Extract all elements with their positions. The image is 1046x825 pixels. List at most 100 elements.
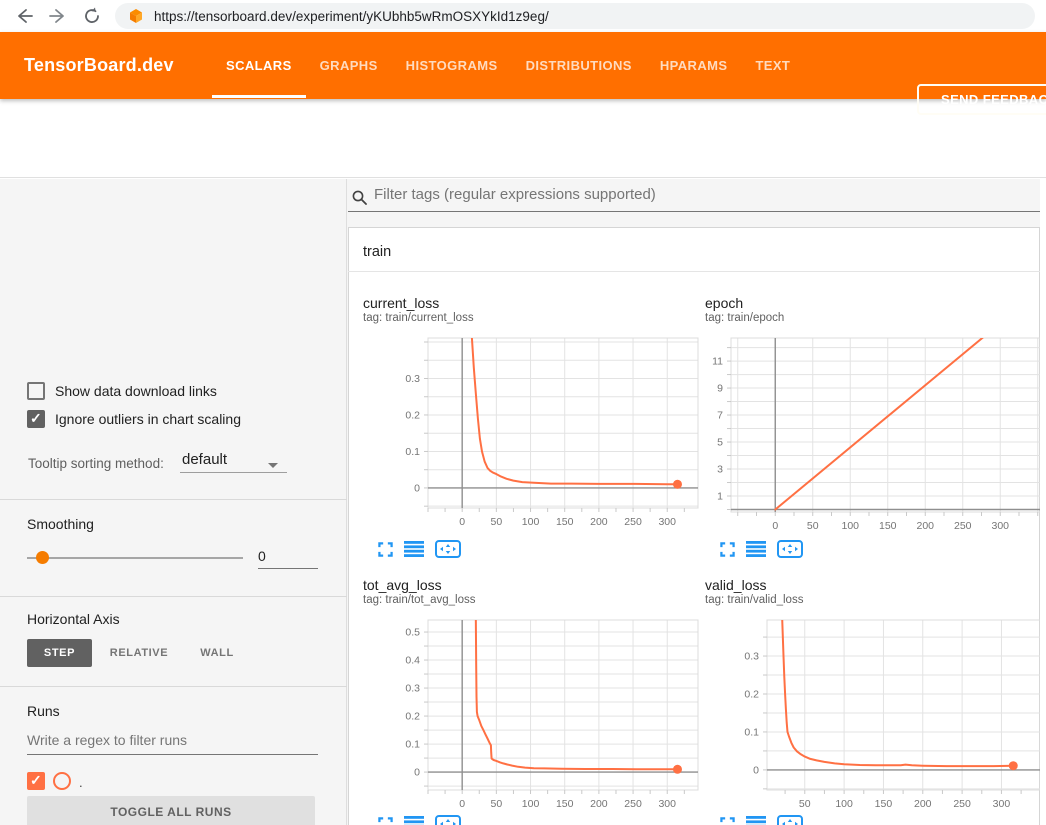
- tab-graphs[interactable]: GRAPHS: [306, 32, 392, 99]
- fit-domain-icon[interactable]: [435, 815, 461, 825]
- chart-actions: [378, 815, 461, 825]
- scrollbar-gutter[interactable]: [1040, 179, 1046, 825]
- divider: [0, 596, 347, 597]
- divider: [0, 499, 347, 500]
- svg-text:250: 250: [624, 516, 642, 528]
- app-header: TensorBoard.dev SCALARS GRAPHS HISTOGRAM…: [0, 32, 1046, 99]
- run-checkbox[interactable]: ✓: [27, 772, 45, 790]
- fit-domain-icon[interactable]: [777, 815, 803, 825]
- svg-text:200: 200: [914, 798, 932, 810]
- svg-text:3: 3: [717, 464, 723, 476]
- chart-tag: tag: train/tot_avg_loss: [363, 594, 476, 606]
- svg-text:0.5: 0.5: [405, 627, 420, 639]
- tensorboard-logo-icon: [128, 8, 144, 24]
- expand-icon[interactable]: [720, 817, 735, 825]
- tab-histograms[interactable]: HISTOGRAMS: [392, 32, 512, 99]
- check-icon: ✓: [30, 772, 42, 789]
- smoothing-value-field[interactable]: 0: [258, 548, 318, 569]
- svg-text:150: 150: [875, 798, 893, 810]
- url-bar[interactable]: https://tensorboard.dev/experiment/yKUbh…: [115, 3, 1035, 29]
- data-table-icon[interactable]: [404, 541, 424, 557]
- svg-text:0: 0: [414, 767, 420, 779]
- svg-text:0: 0: [459, 516, 465, 528]
- fit-domain-icon[interactable]: [777, 540, 803, 558]
- svg-text:0.3: 0.3: [744, 651, 759, 663]
- svg-text:5: 5: [717, 437, 723, 449]
- chart-title: current_loss: [363, 295, 439, 311]
- settings-sidebar: Show data download links ✓ Ignore outlie…: [0, 179, 347, 825]
- svg-text:250: 250: [624, 798, 642, 810]
- svg-text:0.1: 0.1: [744, 726, 759, 738]
- data-table-icon[interactable]: [746, 816, 766, 825]
- url-text: https://tensorboard.dev/experiment/yKUbh…: [154, 9, 549, 24]
- scalar-chart-tot-avg-loss[interactable]: 05010015020025030000.10.20.30.40.5: [350, 610, 700, 825]
- svg-text:200: 200: [916, 520, 934, 532]
- scalar-chart-epoch[interactable]: 0501001502002503001357911: [700, 328, 1046, 532]
- tag-group-header[interactable]: [348, 227, 1040, 272]
- tab-scalars[interactable]: SCALARS: [212, 32, 306, 99]
- tab-distributions[interactable]: DISTRIBUTIONS: [512, 32, 646, 99]
- search-icon: [352, 190, 367, 205]
- svg-text:50: 50: [491, 798, 503, 810]
- tooltip-sorting-select[interactable]: default: [180, 451, 287, 473]
- svg-text:300: 300: [658, 516, 676, 528]
- svg-text:0: 0: [753, 764, 759, 776]
- toggle-all-runs-button[interactable]: TOGGLE ALL RUNS: [27, 796, 315, 825]
- reload-icon[interactable]: [82, 6, 102, 26]
- browser-toolbar: https://tensorboard.dev/experiment/yKUbh…: [0, 0, 1046, 32]
- experiment-bar: [0, 99, 1046, 178]
- chart-actions: [378, 540, 461, 558]
- scalar-chart-valid-loss[interactable]: 5010015020025030000.10.20.3: [700, 610, 1046, 825]
- check-icon: ✓: [30, 410, 42, 427]
- data-table-icon[interactable]: [404, 816, 424, 825]
- show-download-links-checkbox[interactable]: [27, 382, 45, 400]
- tab-hparams[interactable]: HPARAMS: [646, 32, 742, 99]
- svg-text:300: 300: [991, 520, 1009, 532]
- svg-text:0.3: 0.3: [405, 373, 420, 385]
- tab-text[interactable]: TEXT: [741, 32, 804, 99]
- run-color-radio[interactable]: [53, 772, 71, 790]
- svg-text:100: 100: [841, 520, 859, 532]
- svg-text:100: 100: [522, 516, 540, 528]
- chart-actions: [720, 815, 803, 825]
- axis-wall-button[interactable]: WALL: [193, 639, 241, 667]
- smoothing-label: Smoothing: [27, 516, 94, 532]
- svg-text:200: 200: [590, 798, 608, 810]
- tag-group-title: train: [363, 244, 391, 260]
- svg-text:0.2: 0.2: [744, 688, 759, 700]
- filter-tags-input[interactable]: [374, 186, 1024, 203]
- fit-domain-icon[interactable]: [435, 540, 461, 558]
- svg-text:0.1: 0.1: [405, 446, 420, 458]
- chart-title: epoch: [705, 295, 743, 311]
- forward-icon[interactable]: [48, 6, 68, 26]
- expand-icon[interactable]: [720, 542, 735, 557]
- app-logo: TensorBoard.dev: [24, 32, 174, 99]
- smoothing-slider-track[interactable]: [27, 557, 243, 559]
- scalar-chart-current-loss[interactable]: 05010015020025030000.10.20.3: [350, 328, 700, 532]
- svg-text:0.4: 0.4: [405, 655, 420, 667]
- axis-step-button[interactable]: STEP: [27, 639, 92, 667]
- run-name: .: [79, 775, 83, 790]
- chart-tag: tag: train/valid_loss: [705, 594, 803, 606]
- svg-text:0.2: 0.2: [405, 409, 420, 421]
- data-table-icon[interactable]: [746, 541, 766, 557]
- svg-text:200: 200: [590, 516, 608, 528]
- axis-relative-button[interactable]: RELATIVE: [103, 639, 175, 667]
- expand-icon[interactable]: [378, 817, 393, 825]
- chart-title: valid_loss: [705, 577, 766, 593]
- svg-text:50: 50: [491, 516, 503, 528]
- smoothing-slider-thumb[interactable]: [36, 551, 49, 564]
- tooltip-sorting-label: Tooltip sorting method:: [28, 456, 164, 471]
- svg-text:0: 0: [459, 798, 465, 810]
- svg-text:250: 250: [954, 520, 972, 532]
- ignore-outliers-checkbox[interactable]: ✓: [27, 410, 45, 428]
- svg-text:150: 150: [879, 520, 897, 532]
- svg-text:300: 300: [658, 798, 676, 810]
- back-icon[interactable]: [14, 6, 34, 26]
- svg-text:7: 7: [717, 410, 723, 422]
- expand-icon[interactable]: [378, 542, 393, 557]
- send-feedback-button[interactable]: SEND FEEDBACK: [917, 84, 1046, 115]
- svg-text:0.1: 0.1: [405, 739, 420, 751]
- runs-regex-input[interactable]: [27, 730, 318, 755]
- svg-text:150: 150: [556, 516, 574, 528]
